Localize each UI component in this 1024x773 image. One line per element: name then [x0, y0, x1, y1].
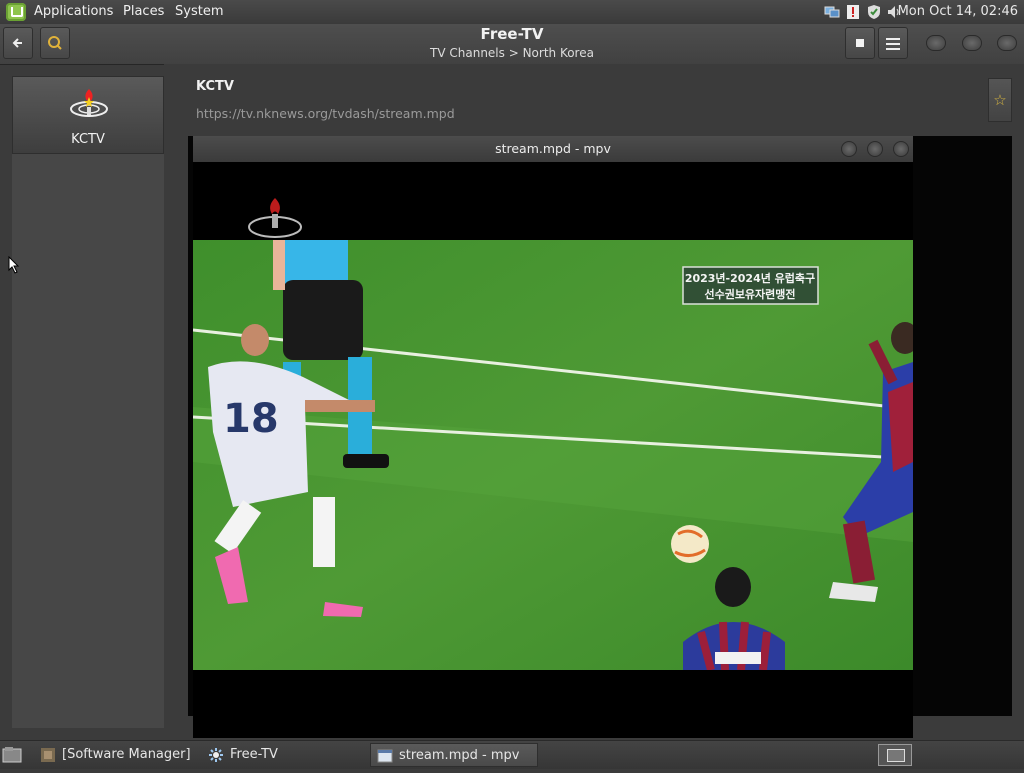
- clock[interactable]: Mon Oct 14, 02:46: [898, 4, 1018, 19]
- maximize-button[interactable]: [962, 35, 982, 51]
- workspace-icon: [887, 749, 905, 762]
- software-manager-icon: [40, 747, 56, 763]
- menu-applications[interactable]: Applications: [34, 4, 113, 19]
- shield-icon[interactable]: [866, 4, 882, 20]
- hamburger-menu-icon: [886, 36, 900, 54]
- football-scene: 18 2023년-2024년 유럽축구 선수권보유자련맹전: [193, 162, 913, 738]
- app-headerbar: Free-TV TV Channels > North Korea: [0, 24, 1024, 65]
- taskbar-item-label: [Software Manager]: [62, 747, 191, 762]
- show-desktop-icon[interactable]: [2, 746, 22, 763]
- stop-icon: [855, 34, 865, 52]
- free-tv-icon: [208, 747, 224, 763]
- menu-places[interactable]: Places: [123, 4, 164, 19]
- caption-line-1: 2023년-2024년 유럽축구: [685, 271, 815, 285]
- caption-line-2: 선수권보유자련맹전: [704, 287, 795, 301]
- star-icon: ☆: [993, 91, 1007, 109]
- mpv-titlebar[interactable]: stream.mpd - mpv: [193, 136, 913, 163]
- channel-title: KCTV: [196, 79, 234, 94]
- video-frame[interactable]: 18 2023년-2024년 유럽축구 선수권보유자련맹전: [193, 162, 913, 738]
- mpv-minimize-button[interactable]: [841, 141, 857, 157]
- score-caption: 2023년-2024년 유럽축구 선수권보유자련맹전: [682, 266, 819, 305]
- workspace-switcher[interactable]: [878, 744, 912, 766]
- stop-button[interactable]: [845, 27, 875, 59]
- close-button[interactable]: [997, 35, 1017, 51]
- mpv-close-button[interactable]: [893, 141, 909, 157]
- jersey-number: 18: [223, 396, 279, 442]
- taskbar-item-free-tv[interactable]: Free-TV: [202, 743, 362, 767]
- taskbar: [Software Manager] Free-TV stream.mpd - …: [0, 740, 1024, 769]
- channel-url[interactable]: https://tv.nknews.org/tvdash/stream.mpd: [196, 106, 455, 121]
- taskbar-item-software-manager[interactable]: [Software Manager]: [34, 743, 194, 767]
- mint-menu-icon[interactable]: [6, 3, 26, 21]
- mouse-cursor-icon: [8, 255, 20, 278]
- channel-item-label: KCTV: [71, 132, 105, 147]
- channel-item-kctv[interactable]: KCTV: [12, 76, 164, 154]
- channel-sidebar: [12, 76, 164, 728]
- mpv-window-title: stream.mpd - mpv: [495, 141, 611, 156]
- network-icon[interactable]: [824, 4, 840, 20]
- kctv-logo: [69, 87, 109, 121]
- taskbar-item-label: Free-TV: [230, 747, 278, 762]
- favorite-button[interactable]: ☆: [988, 78, 1012, 122]
- minimize-button[interactable]: [926, 35, 946, 51]
- taskbar-item-label: stream.mpd - mpv: [399, 748, 520, 763]
- update-icon[interactable]: [845, 4, 861, 20]
- main-menu-button[interactable]: [878, 27, 908, 59]
- top-panel: Applications Places System Mon Oct 14, 0…: [0, 0, 1024, 25]
- taskbar-item-mpv[interactable]: stream.mpd - mpv: [370, 743, 538, 767]
- mpv-maximize-button[interactable]: [867, 141, 883, 157]
- mpv-icon: [377, 748, 393, 764]
- menu-system[interactable]: System: [175, 4, 223, 19]
